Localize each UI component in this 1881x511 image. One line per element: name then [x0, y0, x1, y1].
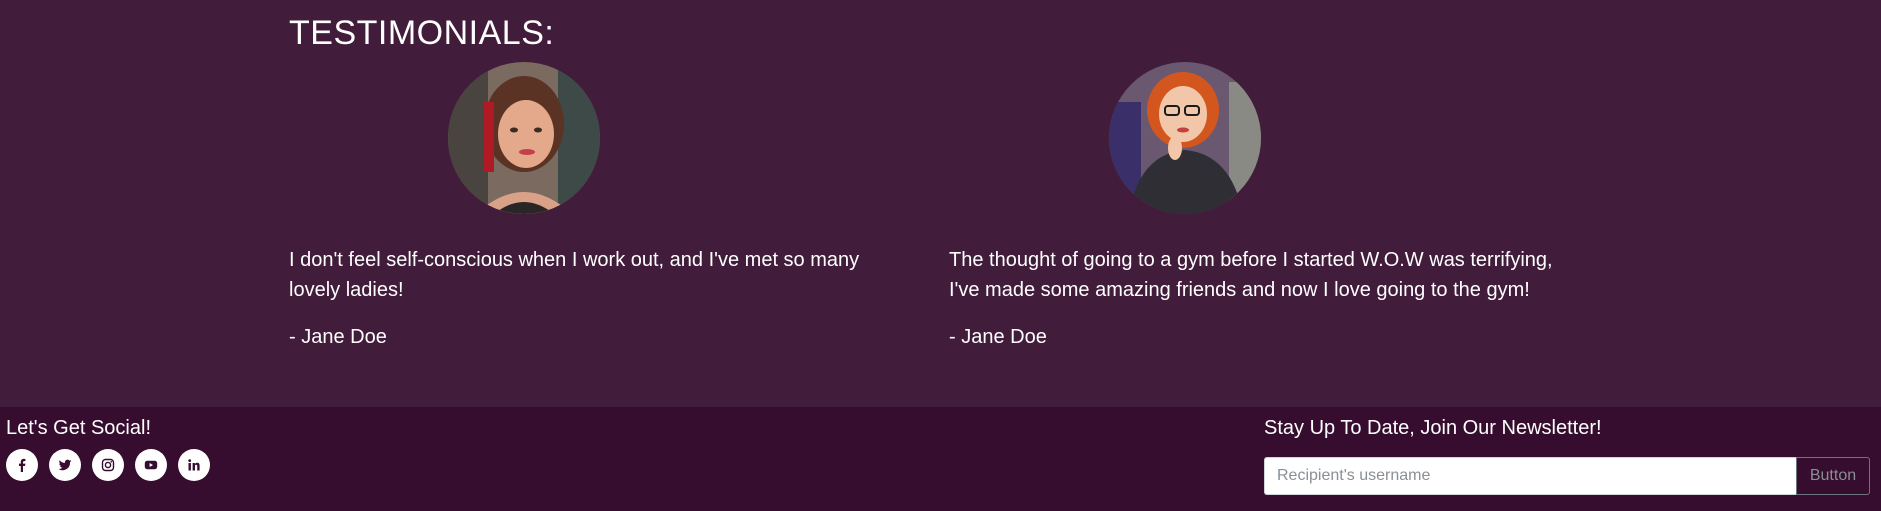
- instagram-icon[interactable]: [92, 449, 124, 481]
- avatar-photo-2: [1109, 62, 1261, 214]
- avatar: [448, 62, 600, 214]
- social-icons: [6, 449, 210, 481]
- footer: Let's Get Social! Stay Up To Date, Join …: [0, 407, 1881, 511]
- linkedin-icon[interactable]: [178, 449, 210, 481]
- youtube-icon[interactable]: [135, 449, 167, 481]
- testimonial-quote: The thought of going to a gym before I s…: [949, 249, 1553, 301]
- social-heading: Let's Get Social!: [6, 417, 151, 439]
- avatar-photo-1: [448, 62, 600, 214]
- newsletter-username-input[interactable]: [1264, 457, 1796, 495]
- testimonial-card: The thought of going to a gym before I s…: [949, 0, 1559, 407]
- newsletter-submit-button[interactable]: Button: [1796, 457, 1870, 495]
- newsletter-form: Button: [1264, 457, 1870, 495]
- testimonial-author: - Jane Doe: [289, 326, 387, 348]
- twitter-icon[interactable]: [49, 449, 81, 481]
- newsletter-heading: Stay Up To Date, Join Our Newsletter!: [1264, 417, 1602, 439]
- page: TESTIMONIALS: I don't feel self-consciou…: [0, 0, 1881, 511]
- facebook-icon[interactable]: [6, 449, 38, 481]
- testimonial-card: I don't feel self-conscious when I work …: [289, 0, 899, 407]
- testimonial-author: - Jane Doe: [949, 326, 1047, 348]
- testimonials-section: TESTIMONIALS: I don't feel self-consciou…: [0, 0, 1881, 407]
- testimonial-quote: I don't feel self-conscious when I work …: [289, 249, 860, 301]
- avatar: [1109, 62, 1261, 214]
